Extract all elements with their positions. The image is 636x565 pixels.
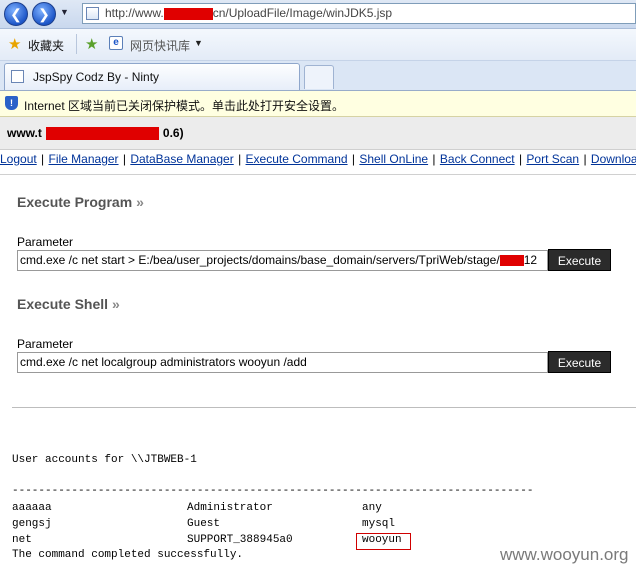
output-footer: The command completed successfully. <box>12 549 244 561</box>
output-cell: gengsj <box>12 518 52 530</box>
output-cell: Administrator <box>187 502 273 514</box>
highlight-box <box>356 533 411 550</box>
favorites-button[interactable]: 收藏夹 <box>28 37 64 54</box>
execute-shell-button[interactable]: Execute <box>548 351 611 373</box>
favorites-bar: ★ 收藏夹 ★ e 网页快讯库 ▼ <box>0 29 636 61</box>
redaction-mark <box>163 7 213 20</box>
tab-active[interactable]: JspSpy Codz By - Ninty <box>4 63 300 90</box>
history-dropdown-icon[interactable]: ▼ <box>60 7 69 17</box>
execute-shell-title: Execute Shell » <box>17 296 120 312</box>
redaction-mark <box>499 255 524 267</box>
new-tab-button[interactable] <box>304 65 334 89</box>
url-field[interactable]: http://www. cn/UploadFile/Image/winJDK5.j… <box>82 3 636 24</box>
info-bar[interactable]: ! Internet 区域当前已关闭保护模式。单击此处打开安全设置。 <box>0 91 636 117</box>
tab-bar: JspSpy Codz By - Ninty <box>0 61 636 91</box>
address-bar: ❮ ❯ ▼ http://www. cn/UploadFile/Image/win… <box>0 0 636 29</box>
divider <box>76 34 77 54</box>
main-menu: Logout | File Manager | DataBase Manager… <box>0 152 636 174</box>
execute-program-title: Execute Program » <box>17 194 144 210</box>
menu-back-connect[interactable]: Back Connect <box>440 152 515 166</box>
menu-download[interactable]: Download <box>591 152 636 166</box>
menu-execute-command[interactable]: Execute Command <box>246 152 348 166</box>
program-parameter-input[interactable]: cmd.exe /c net start > E:/bea/user_proje… <box>17 250 548 271</box>
url-text: http://www. cn/UploadFile/Image/winJDK5.j… <box>105 6 393 20</box>
host-header: www.t 0.6) <box>0 117 636 150</box>
host-title: www.t 0.6) <box>7 126 184 141</box>
menu-file-manager[interactable]: File Manager <box>49 152 119 166</box>
tab-title: JspSpy Codz By - Ninty <box>33 70 160 84</box>
divider <box>0 174 636 175</box>
output-divider: ----------------------------------------… <box>12 485 534 497</box>
shell-parameter-label: Parameter <box>17 337 74 351</box>
output-cell: any <box>362 502 382 514</box>
page-icon <box>11 70 24 83</box>
menu-logout[interactable]: Logout <box>0 152 37 166</box>
menu-shell-online[interactable]: Shell OnLine <box>359 152 428 166</box>
add-favorite-icon[interactable]: ★ <box>85 35 98 53</box>
ie-page-icon: e <box>109 36 123 50</box>
chevron-down-icon[interactable]: ▼ <box>194 38 203 48</box>
watermark: www.wooyun.org <box>500 545 629 564</box>
page-icon <box>86 7 99 20</box>
output-cell: SUPPORT_388945a0 <box>187 534 293 546</box>
execute-program-button[interactable]: Execute <box>548 249 611 271</box>
divider <box>12 407 636 408</box>
info-message: Internet 区域当前已关闭保护模式。单击此处打开安全设置。 <box>24 99 345 113</box>
output-cell: Guest <box>187 518 221 530</box>
program-parameter-label: Parameter <box>17 235 74 249</box>
output-cell: aaaaaa <box>12 502 52 514</box>
output-cell: net <box>12 534 32 546</box>
web-slice-link[interactable]: 网页快讯库 <box>130 37 190 54</box>
favorites-star-icon: ★ <box>8 36 22 53</box>
output-cell: mysql <box>362 518 396 530</box>
menu-port-scan[interactable]: Port Scan <box>526 152 579 166</box>
output-header: User accounts for \\JTBWEB-1 <box>12 454 197 466</box>
menu-database-manager[interactable]: DataBase Manager <box>130 152 233 166</box>
back-button[interactable]: ❮ <box>4 2 28 26</box>
shield-icon: ! <box>5 96 18 110</box>
shell-parameter-input[interactable]: cmd.exe /c net localgroup administrators… <box>17 352 548 373</box>
forward-button[interactable]: ❯ <box>32 2 56 26</box>
redaction-mark <box>45 127 159 141</box>
